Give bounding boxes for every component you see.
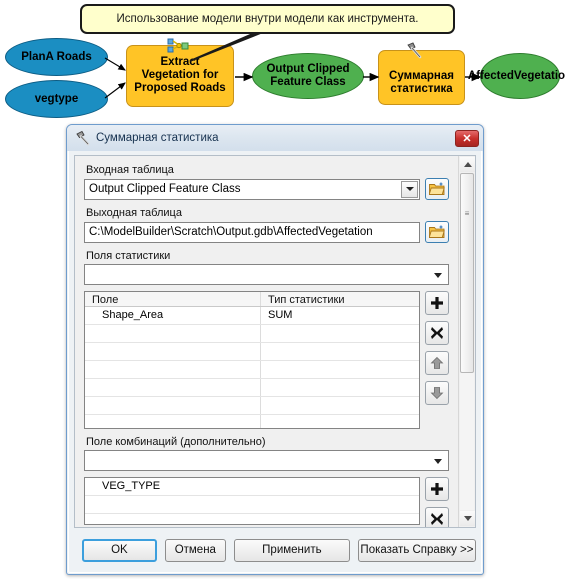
statistics-table[interactable]: Поле Тип статистики Shape_Area SUM (84, 291, 420, 429)
table-row[interactable] (85, 361, 419, 379)
list-item[interactable]: VEG_TYPE (85, 478, 419, 496)
cancel-label: Отмена (174, 544, 216, 556)
delete-row-button[interactable] (425, 321, 449, 345)
output-table-value: C:\ModelBuilder\Scratch\Output.gdb\Affec… (89, 226, 373, 238)
output-table-input[interactable]: C:\ModelBuilder\Scratch\Output.gdb\Affec… (84, 221, 420, 243)
cell-field (85, 343, 261, 360)
dialog-vertical-scrollbar[interactable]: ≡ (458, 156, 475, 527)
statistics-table-buttons (425, 291, 449, 429)
input-table-browse-button[interactable] (425, 178, 449, 200)
cell-field (85, 415, 261, 428)
list-item[interactable] (85, 514, 419, 524)
statistics-fields-combo[interactable] (84, 264, 449, 285)
scroll-up-icon[interactable] (460, 157, 475, 172)
model-tool-icon (167, 38, 189, 53)
cell-field (85, 361, 261, 378)
plus-icon (431, 483, 443, 495)
add-row-button[interactable] (425, 291, 449, 315)
apply-button[interactable]: Применить (233, 538, 350, 562)
scroll-thumb[interactable]: ≡ (460, 173, 474, 373)
output-table-row: C:\ModelBuilder\Scratch\Output.gdb\Affec… (84, 221, 449, 243)
plus-icon (431, 297, 443, 309)
dialog-title: Суммарная статистика (96, 132, 219, 144)
case-field-list-wrap: VEG_TYPE (84, 477, 449, 527)
cell-field (85, 325, 261, 342)
callout-note: Использование модели внутри модели как и… (80, 4, 455, 34)
column-header-field: Поле (85, 292, 261, 306)
cell-field: Shape_Area (85, 307, 261, 324)
input-table-row: Output Clipped Feature Class (84, 178, 449, 200)
folder-open-icon (429, 225, 445, 238)
screen: Использование модели внутри модели как и… (0, 0, 565, 579)
input-table-combo[interactable]: Output Clipped Feature Class (84, 178, 420, 200)
table-row[interactable] (85, 415, 419, 428)
arrow-up-icon (430, 356, 444, 369)
cell-stat-type (261, 415, 419, 428)
ok-label: OK (111, 544, 128, 556)
cell-stat-type: SUM (268, 309, 293, 321)
table-header: Поле Тип статистики (85, 292, 419, 307)
statistics-fields-label: Поля статистики (86, 250, 171, 262)
cell-stat-type (261, 379, 419, 396)
model-diagram: Использование модели внутри модели как и… (0, 0, 565, 125)
scroll-down-icon[interactable] (460, 511, 475, 526)
ok-button[interactable]: OK (82, 538, 157, 562)
input-table-value: Output Clipped Feature Class (89, 183, 241, 195)
hammer-icon (407, 42, 422, 59)
close-label: ✕ (462, 132, 472, 145)
table-row[interactable] (85, 379, 419, 397)
add-case-field-button[interactable] (425, 477, 449, 501)
close-icon (431, 513, 443, 525)
callout-text: Использование модели внутри модели как и… (116, 13, 419, 25)
input-table-label: Входная таблица (86, 164, 174, 176)
table-row[interactable] (85, 397, 419, 415)
cell-stat-type (261, 361, 419, 378)
summary-statistics-dialog: Суммарная статистика ✕ Входная таблица O… (66, 124, 484, 575)
dialog-scroll-area: Входная таблица Output Clipped Feature C… (75, 156, 458, 527)
close-icon (431, 327, 443, 339)
apply-label: Применить (262, 544, 322, 556)
output-table-browse-button[interactable] (425, 221, 449, 243)
cell-stat-type (261, 343, 419, 360)
output-table-label: Выходная таблица (86, 207, 182, 219)
cancel-button[interactable]: Отмена (164, 538, 226, 562)
case-field-list[interactable]: VEG_TYPE (84, 477, 420, 525)
chevron-down-icon[interactable] (401, 180, 418, 198)
statistics-table-wrap: Поле Тип статистики Shape_Area SUM (84, 291, 449, 429)
move-down-button[interactable] (425, 381, 449, 405)
cell-stat-type (261, 397, 419, 414)
chevron-down-icon[interactable] (434, 273, 442, 278)
table-body: Shape_Area SUM (85, 307, 419, 428)
close-icon[interactable]: ✕ (455, 129, 479, 147)
cell-field (85, 379, 261, 396)
delete-case-field-button[interactable] (425, 507, 449, 527)
case-field-label: Поле комбинаций (дополнительно) (86, 436, 266, 448)
hammer-icon (76, 130, 90, 146)
table-row[interactable] (85, 343, 419, 361)
scroll-track[interactable]: ≡ (460, 173, 474, 510)
case-field-combo[interactable] (84, 450, 449, 471)
arrow-down-icon (430, 387, 444, 400)
dialog-content: Входная таблица Output Clipped Feature C… (74, 155, 476, 528)
list-item[interactable] (85, 496, 419, 514)
table-row[interactable] (85, 325, 419, 343)
column-header-stat-type: Тип статистики (268, 294, 345, 306)
scroll-grip-icon: ≡ (464, 209, 470, 218)
cell-field (85, 397, 261, 414)
cell-stat-type (261, 325, 419, 342)
show-help-button[interactable]: Показать Справку >> (357, 538, 476, 562)
help-label: Показать Справку >> (360, 544, 474, 556)
dialog-buttons: OK Отмена Применить Показать Справку >> (74, 533, 476, 567)
move-up-button[interactable] (425, 351, 449, 375)
chevron-down-icon[interactable] (434, 459, 442, 464)
folder-open-icon (429, 182, 445, 195)
table-row[interactable]: Shape_Area SUM (85, 307, 419, 325)
case-field-buttons (425, 477, 449, 527)
dialog-titlebar[interactable]: Суммарная статистика ✕ (67, 125, 483, 151)
